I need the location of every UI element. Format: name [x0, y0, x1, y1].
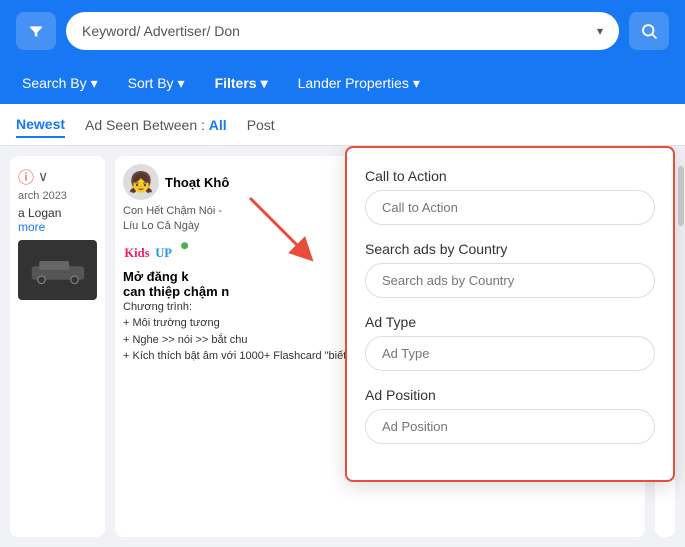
main-content: ⓘ ∨ arch 2023 a Logan more 👧 — [0, 146, 685, 547]
filter-group-ad-type: Ad Type — [365, 314, 655, 371]
call-to-action-input[interactable] — [365, 190, 655, 225]
filter-group-call-to-action: Call to Action — [365, 168, 655, 225]
filter-dropdown-panel: Call to Action Search ads by Country Ad … — [345, 146, 675, 482]
card-image — [18, 240, 97, 300]
nav-label-filters: Filters — [215, 75, 257, 91]
chevron-down-icon: ▾ — [91, 75, 98, 92]
filter-label-call-to-action: Call to Action — [365, 168, 655, 184]
nav-label-sort-by: Sort By — [128, 75, 174, 91]
card-more-link[interactable]: more — [18, 220, 97, 234]
chevron-down-icon: ▾ — [413, 75, 420, 92]
chevron-down-icon: ▾ — [597, 24, 603, 38]
chevron-down-icon: ▾ — [261, 75, 268, 92]
ad-position-input[interactable] — [365, 409, 655, 444]
search-bar[interactable]: Keyword/ Advertiser/ Don ▾ — [66, 12, 619, 50]
card-left: ⓘ ∨ arch 2023 a Logan more — [10, 156, 105, 537]
header: Keyword/ Advertiser/ Don ▾ — [0, 0, 685, 62]
nav-item-sort-by[interactable]: Sort By ▾ — [116, 67, 197, 100]
nav-label-search-by: Search By — [22, 75, 87, 91]
filter-label-country: Search ads by Country — [365, 241, 655, 257]
filter-group-ad-position: Ad Position — [365, 387, 655, 444]
scrollbar[interactable] — [677, 146, 685, 547]
card-name: a Logan — [18, 206, 97, 220]
search-button[interactable] — [629, 12, 669, 50]
ad-type-input[interactable] — [365, 336, 655, 371]
kids-logo-svg: Kids UP — [123, 241, 193, 263]
svg-text:UP: UP — [155, 246, 172, 260]
filter-label-ad-position: Ad Position — [365, 387, 655, 403]
filter-button[interactable] — [16, 12, 56, 50]
tab-newest[interactable]: Newest — [16, 112, 65, 138]
nav-item-search-by[interactable]: Search By ▾ — [10, 67, 110, 100]
card-date: arch 2023 — [18, 190, 97, 202]
country-search-input[interactable] — [365, 263, 655, 298]
search-icon — [640, 22, 658, 40]
tab-post[interactable]: Post — [247, 113, 275, 137]
filter-icon — [28, 22, 44, 40]
card-title: Thoạt Khô — [165, 175, 229, 190]
chevron-down-icon: ∨ — [38, 168, 48, 185]
svg-text:Kids: Kids — [124, 246, 149, 260]
nav-bar: Search By ▾ Sort By ▾ Filters ▾ Lander P… — [0, 62, 685, 104]
avatar: 👧 — [123, 164, 159, 200]
scrollbar-thumb — [678, 166, 684, 226]
nav-item-lander-properties[interactable]: Lander Properties ▾ — [286, 67, 432, 100]
tab-bar: Newest Ad Seen Between : All Post — [0, 104, 685, 146]
error-icon: ⓘ — [18, 164, 34, 188]
search-text: Keyword/ Advertiser/ Don — [82, 23, 240, 39]
nav-item-filters[interactable]: Filters ▾ — [203, 67, 280, 100]
filter-label-ad-type: Ad Type — [365, 314, 655, 330]
tab-ad-seen[interactable]: Ad Seen Between : All — [85, 113, 227, 137]
nav-label-lander-properties: Lander Properties — [298, 75, 409, 91]
chevron-down-icon: ▾ — [178, 75, 185, 92]
filter-group-country: Search ads by Country — [365, 241, 655, 298]
